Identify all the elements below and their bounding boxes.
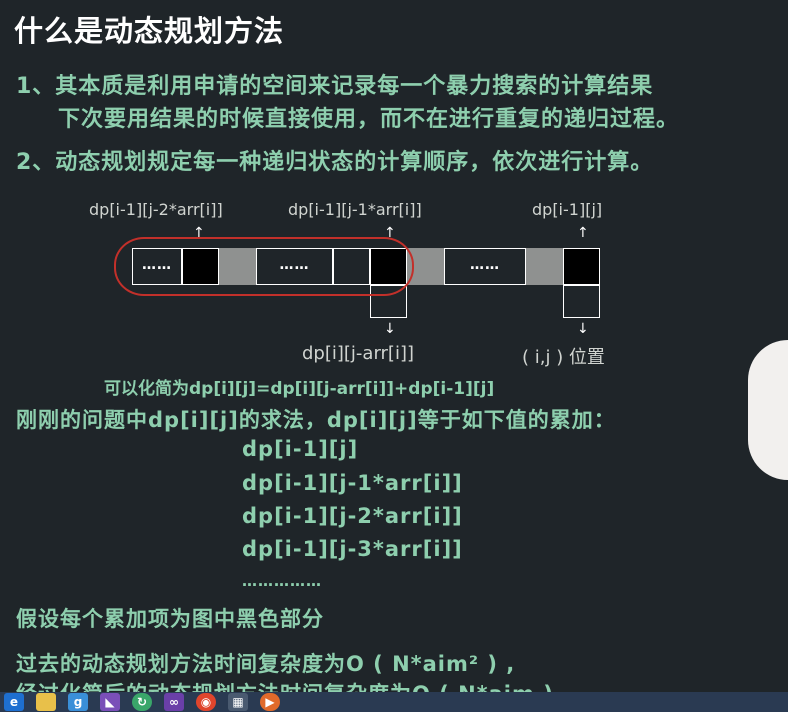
top-label-1: dp[i-1][j-2*arr[i]] [89,200,223,219]
taskbar: e g ◣ ↻ ∞ ◉ ▦ ▶ [0,692,788,712]
point-2: 2、动态规划规定每一种递归状态的计算顺序，依次进行计算。 [16,150,654,175]
folder-icon[interactable] [36,693,56,711]
point-1-cont: 下次要用结果的时候直接使用，而不在进行重复的递归过程。 [58,107,680,132]
presenter-figure [748,340,788,480]
refresh-icon[interactable]: ↻ [132,693,152,711]
visual-studio-icon[interactable]: ∞ [164,693,184,711]
assume-line: 假设每个累加项为图中黑色部分 [16,607,324,631]
cell-below-2 [563,285,600,318]
cell-dots: …… [444,248,526,285]
visual-studio-icon[interactable]: ◣ [100,693,120,711]
down-arrow-icon: ↓ [577,321,589,337]
chrome-icon[interactable]: ◉ [196,693,216,711]
top-label-2: dp[i-1][j-1*arr[i]] [288,200,422,219]
point-1: 1、其本质是利用申请的空间来记录每一个暴力搜索的计算结果 [16,74,654,99]
ie-icon[interactable]: e [4,693,24,711]
complexity-old: 过去的动态规划方法时间复杂度为O ( N*aim² ) , [16,652,516,676]
up-arrow-icon: ↑ [577,225,589,241]
bottom-label-1: dp[i][j-arr[i]] [302,343,414,364]
dp-term: dp[i-1][j-2*arr[i]] [242,504,463,528]
top-label-3: dp[i-1][j] [532,200,603,219]
cell-black [563,248,600,285]
dp-term: dp[i-1][j-1*arr[i]] [242,471,463,495]
media-player-icon[interactable]: ▶ [260,693,280,711]
dp-term-ellipsis: …………… [242,572,322,590]
page-title: 什么是动态规划方法 [14,14,285,48]
question-line: 刚刚的问题中dp[i][j]的求法，dp[i][j]等于如下值的累加： [16,408,616,432]
app-icon[interactable]: g [68,693,88,711]
simplify-formula: 可以化简为dp[i][j]=dp[i][j-arr[i]]+dp[i-1][j] [104,379,495,399]
dp-term: dp[i-1][j] [242,437,359,461]
media-icon[interactable]: ▦ [228,693,248,711]
cell-gray [526,248,563,285]
dp-term: dp[i-1][j-3*arr[i]] [242,537,463,561]
down-arrow-icon: ↓ [384,321,396,337]
bottom-label-2: ( i,j ) 位置 [522,347,605,368]
red-highlight-ring [114,237,414,296]
